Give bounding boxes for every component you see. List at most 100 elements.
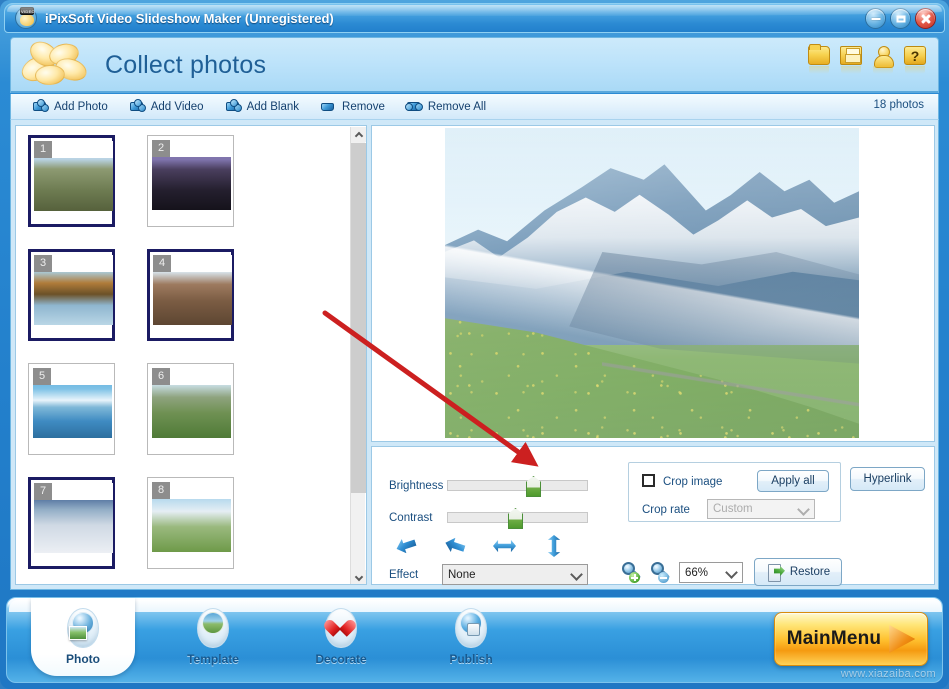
effect-label: Effect: [389, 569, 419, 581]
contrast-label: Contrast: [389, 512, 433, 524]
window-title: iPixSoft Video Slideshow Maker (Unregist…: [45, 10, 334, 26]
remove-all-label: Remove All: [427, 100, 487, 113]
arrow-right-icon: [889, 625, 916, 653]
crop-image-label: Crop image: [663, 476, 723, 488]
thumbnail-index: 4: [153, 255, 171, 272]
crop-group: Crop image Apply all Crop rate Custom: [628, 462, 841, 522]
toolbar: Add Photo Add Video Add Blank Remove Rem…: [10, 94, 939, 120]
open-project-icon[interactable]: [808, 44, 830, 76]
crop-rate-label: Crop rate: [642, 504, 690, 516]
application-window: VIDEO iPixSoft Video Slideshow Maker (Un…: [0, 0, 949, 689]
scroll-up-button[interactable]: [351, 127, 366, 142]
photo-count-label: 18 photos: [873, 99, 924, 111]
image-controls-panel: Brightness Contrast Effect None Crop ima…: [371, 446, 935, 586]
puzzle-piece-icon: [129, 99, 146, 113]
maximize-button[interactable]: [890, 8, 911, 29]
tab-decorate[interactable]: Decorate: [295, 608, 387, 680]
thumbnail-item[interactable]: 3: [28, 249, 115, 341]
crop-rate-select[interactable]: Custom: [707, 499, 815, 519]
effect-select[interactable]: None: [442, 564, 588, 585]
tab-publish[interactable]: Publish: [425, 608, 517, 680]
flip-horizontal-icon[interactable]: [493, 535, 517, 557]
watermark-url: www.xiazaiba.com: [840, 668, 936, 680]
minimize-button[interactable]: [865, 8, 886, 29]
remove-label: Remove: [342, 100, 385, 113]
thumbnail-item[interactable]: 5: [28, 363, 115, 455]
preview-image[interactable]: [445, 128, 859, 438]
publish-icon: [451, 608, 491, 650]
puzzle-star-icon: [404, 100, 423, 113]
remove-all-button[interactable]: Remove All: [404, 100, 487, 113]
preview-panel: [371, 125, 935, 442]
apply-all-button[interactable]: Apply all: [757, 470, 829, 492]
scrollbar-thumb[interactable]: [351, 143, 366, 493]
restore-label: Restore: [789, 566, 831, 578]
thumbnail-index: 5: [33, 368, 51, 385]
brightness-slider[interactable]: [447, 476, 588, 497]
remove-button[interactable]: Remove: [321, 100, 385, 113]
thumbnail-item[interactable]: 1: [28, 135, 115, 227]
heart-icon: [321, 608, 361, 650]
add-video-label: Add Video: [150, 100, 204, 113]
user-account-icon[interactable]: [872, 46, 894, 76]
scroll-down-button[interactable]: [351, 570, 366, 584]
rotate-right-icon[interactable]: [444, 535, 468, 557]
crop-image-checkbox[interactable]: [642, 474, 655, 487]
puzzle-piece-icon: [225, 99, 242, 113]
thumbnail-item[interactable]: 6: [147, 363, 234, 455]
page-title: Collect photos: [105, 50, 267, 79]
main-body: 123456789101112131415 Brightness: [10, 120, 939, 590]
rotate-button-group: [395, 535, 566, 557]
bottom-navigation: Photo Template Decorate Publish 下载吧 Main…: [6, 597, 943, 683]
app-icon-flower: [20, 14, 34, 26]
flower-logo: [17, 36, 91, 89]
thumbnail-grid: 123456789101112131415: [16, 126, 351, 584]
add-photo-label: Add Photo: [54, 100, 108, 113]
thumbnail-item[interactable]: 8: [147, 477, 234, 569]
thumbnail-index: 6: [152, 368, 170, 385]
add-photo-button[interactable]: Add Photo: [33, 99, 108, 113]
help-icon[interactable]: ?: [904, 46, 926, 76]
puzzle-flat-icon: [321, 100, 336, 113]
tab-photo-label: Photo: [66, 652, 100, 666]
tab-publish-label: Publish: [449, 652, 493, 666]
zoom-out-icon[interactable]: [650, 562, 671, 583]
main-menu-button[interactable]: MainMenu: [774, 612, 928, 666]
thumbnail-index: 7: [34, 483, 52, 500]
page-header: Collect photos ?: [10, 36, 939, 93]
thumbnail-panel: 123456789101112131415: [15, 125, 367, 585]
template-icon: [193, 608, 233, 650]
thumbnail-index: 8: [152, 482, 170, 499]
contrast-slider-thumb[interactable]: [508, 508, 523, 529]
flip-vertical-icon[interactable]: [542, 535, 566, 557]
window-controls: [865, 8, 936, 29]
brightness-slider-thumb[interactable]: [526, 476, 541, 497]
thumbnail-item[interactable]: 4: [147, 249, 234, 341]
close-button[interactable]: [915, 8, 936, 29]
add-blank-label: Add Blank: [246, 100, 300, 113]
tab-photo[interactable]: Photo: [31, 598, 135, 680]
zoom-in-icon[interactable]: [621, 562, 642, 583]
zoom-level-select[interactable]: 66%: [679, 562, 743, 583]
thumbnail-scrollbar[interactable]: [350, 127, 366, 584]
help-icon-glyph: ?: [904, 46, 926, 65]
restore-button[interactable]: Restore: [754, 558, 842, 586]
tab-decorate-label: Decorate: [315, 652, 367, 666]
main-menu-label: MainMenu: [786, 628, 882, 649]
thumbnail-item[interactable]: 2: [147, 135, 234, 227]
rotate-left-icon[interactable]: [395, 535, 419, 557]
contrast-slider[interactable]: [447, 508, 588, 529]
hyperlink-button[interactable]: Hyperlink: [850, 467, 925, 491]
add-blank-button[interactable]: Add Blank: [225, 99, 300, 113]
thumbnail-item[interactable]: 7: [28, 477, 115, 569]
thumbnail-index: 1: [34, 141, 52, 158]
save-project-icon[interactable]: [840, 46, 862, 76]
app-icon-video-badge: VIDEO: [20, 7, 35, 15]
tab-template[interactable]: Template: [167, 608, 259, 680]
photo-icon: [63, 608, 103, 650]
app-icon: VIDEO: [15, 7, 37, 29]
brightness-label: Brightness: [389, 480, 444, 492]
restore-icon: [767, 564, 785, 582]
puzzle-piece-icon: [33, 99, 49, 113]
add-video-button[interactable]: Add Video: [129, 99, 204, 113]
